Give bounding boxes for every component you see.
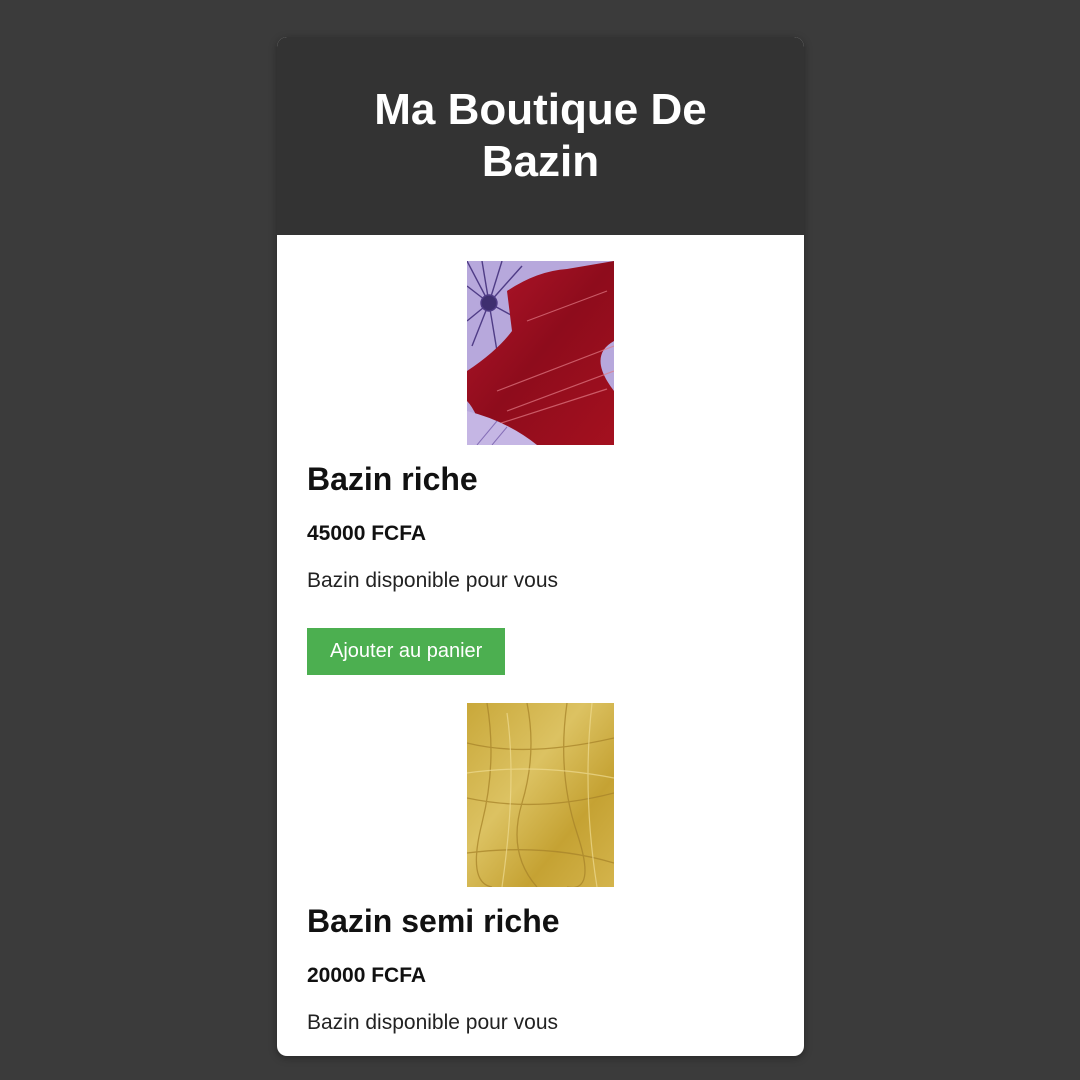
product-description: Bazin disponible pour vous: [307, 569, 558, 592]
product-name: Bazin riche: [307, 461, 478, 497]
product-description: Bazin disponible pour vous: [307, 1011, 558, 1034]
product-item: Bazin riche 45000 FCFA Bazin disponible …: [307, 261, 774, 675]
shop-card: Ma Boutique De Bazin Bazin riche 45000 F…: [277, 37, 804, 1056]
product-name: Bazin semi riche: [307, 903, 560, 939]
product-image-bazin-semi-riche[interactable]: [467, 703, 614, 887]
product-price: 20000 FCFA: [307, 964, 427, 987]
product-list: Bazin riche 45000 FCFA Bazin disponible …: [277, 235, 804, 1036]
add-to-cart-button[interactable]: Ajouter au panier: [307, 628, 506, 675]
shop-header: Ma Boutique De Bazin: [277, 37, 804, 235]
product-price: 45000 FCFA: [307, 522, 427, 545]
product-image-bazin-riche[interactable]: [467, 261, 614, 445]
product-item: Bazin semi riche 20000 FCFA Bazin dispon…: [307, 703, 774, 1036]
shop-title: Ma Boutique De Bazin: [374, 85, 707, 186]
